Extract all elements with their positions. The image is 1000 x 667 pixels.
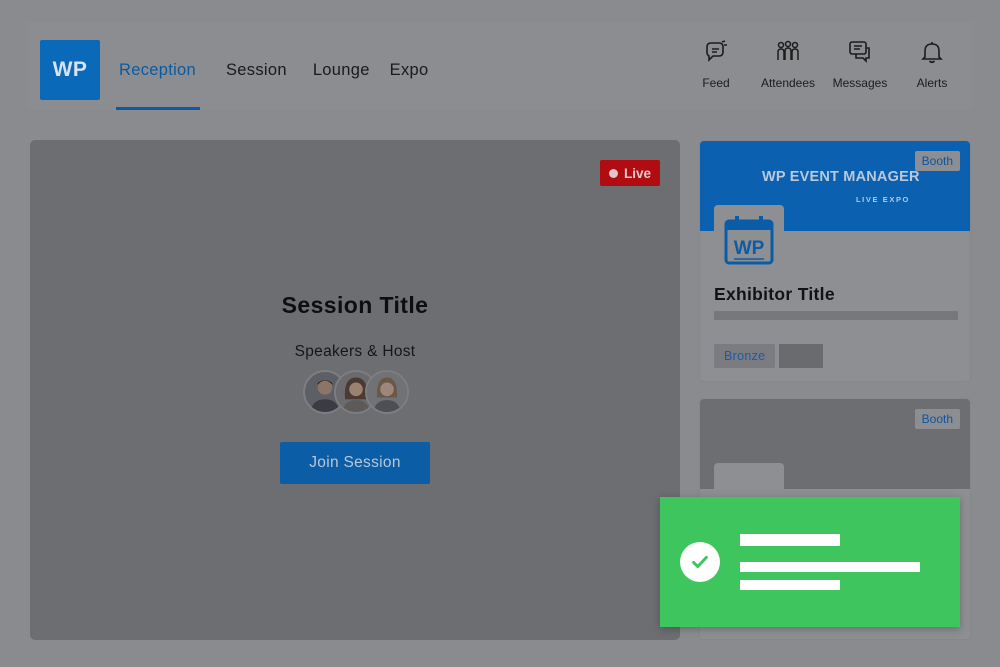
header-tools: Feed Attendees Messages Alerts: [680, 38, 968, 90]
nav-tab-session[interactable]: Session: [210, 22, 303, 110]
top-header: WP Reception Session Lounge Expo Feed At…: [28, 22, 972, 110]
check-circle-icon: [680, 542, 720, 582]
messages-label: Messages: [832, 76, 888, 90]
feed-button[interactable]: Feed: [680, 38, 752, 90]
alerts-button[interactable]: Alerts: [896, 38, 968, 90]
booth-badge: Booth: [914, 409, 960, 429]
live-label: Live: [623, 165, 651, 181]
toast-text-placeholder: [740, 562, 920, 572]
attendees-icon: [774, 38, 802, 66]
nav-tab-lounge[interactable]: Lounge: [303, 22, 380, 110]
booth-card[interactable]: Booth WP EVENT MANAGER LIVE EXPO WP Exhi…: [699, 140, 971, 382]
join-session-button[interactable]: Join Session: [280, 442, 430, 484]
attendees-button[interactable]: Attendees: [752, 38, 824, 90]
alerts-label: Alerts: [916, 76, 948, 90]
tier-badge: Bronze: [714, 344, 776, 368]
calendar-logo-icon: WP: [724, 216, 774, 265]
feed-icon: [702, 38, 730, 66]
session-panel: Live Session Title Speakers & Host Join …: [30, 140, 680, 640]
toast-text-placeholder: [740, 580, 840, 590]
bell-icon: [918, 38, 946, 66]
exhibitor-logo-text: WP: [734, 238, 765, 259]
booth-badge: Booth: [914, 151, 960, 171]
exhibitor-title: Exhibitor Title: [714, 284, 835, 304]
live-dot-icon: [608, 168, 618, 178]
main-nav: Reception Session Lounge Expo: [116, 22, 444, 110]
tag-placeholder: [779, 344, 823, 368]
live-badge: Live: [600, 160, 660, 186]
brand-logo[interactable]: WP: [40, 40, 100, 100]
success-toast: [660, 497, 960, 627]
speaker-avatar[interactable]: [365, 370, 409, 414]
exhibitor-logo: WP: [714, 205, 784, 275]
banner-brand-text: WP EVENT MANAGER: [762, 169, 920, 185]
banner-brand: WP EVENT MANAGER: [762, 169, 920, 185]
nav-tab-expo[interactable]: Expo: [380, 22, 445, 110]
toast-title-placeholder: [740, 534, 840, 546]
description-placeholder: [714, 311, 958, 320]
session-title: Session Title: [281, 292, 429, 318]
messages-icon: [846, 38, 874, 66]
messages-button[interactable]: Messages: [824, 38, 896, 90]
nav-tab-reception[interactable]: Reception: [116, 22, 200, 110]
feed-label: Feed: [702, 76, 730, 90]
banner-subtitle: LIVE EXPO: [856, 195, 910, 204]
attendees-label: Attendees: [760, 76, 816, 90]
speakers-label: Speakers & Host: [294, 343, 416, 360]
app-root: WP Reception Session Lounge Expo Feed At…: [0, 0, 1000, 667]
